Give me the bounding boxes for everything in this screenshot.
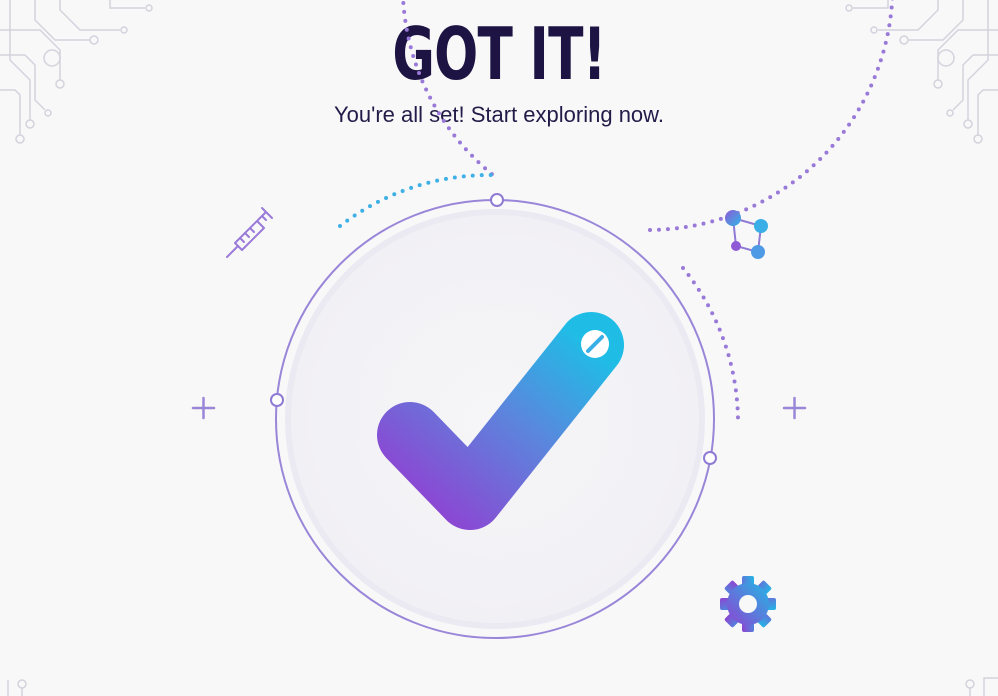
- gear-icon: [720, 576, 776, 632]
- success-graphic: [191, 0, 895, 639]
- plus-icon: [782, 396, 807, 420]
- ring-node: [270, 393, 284, 407]
- plus-icon: [191, 396, 216, 420]
- molecule-icon: [725, 210, 768, 259]
- ring-node: [490, 193, 504, 207]
- syringe-icon: [226, 207, 273, 258]
- ring-node: [703, 451, 717, 465]
